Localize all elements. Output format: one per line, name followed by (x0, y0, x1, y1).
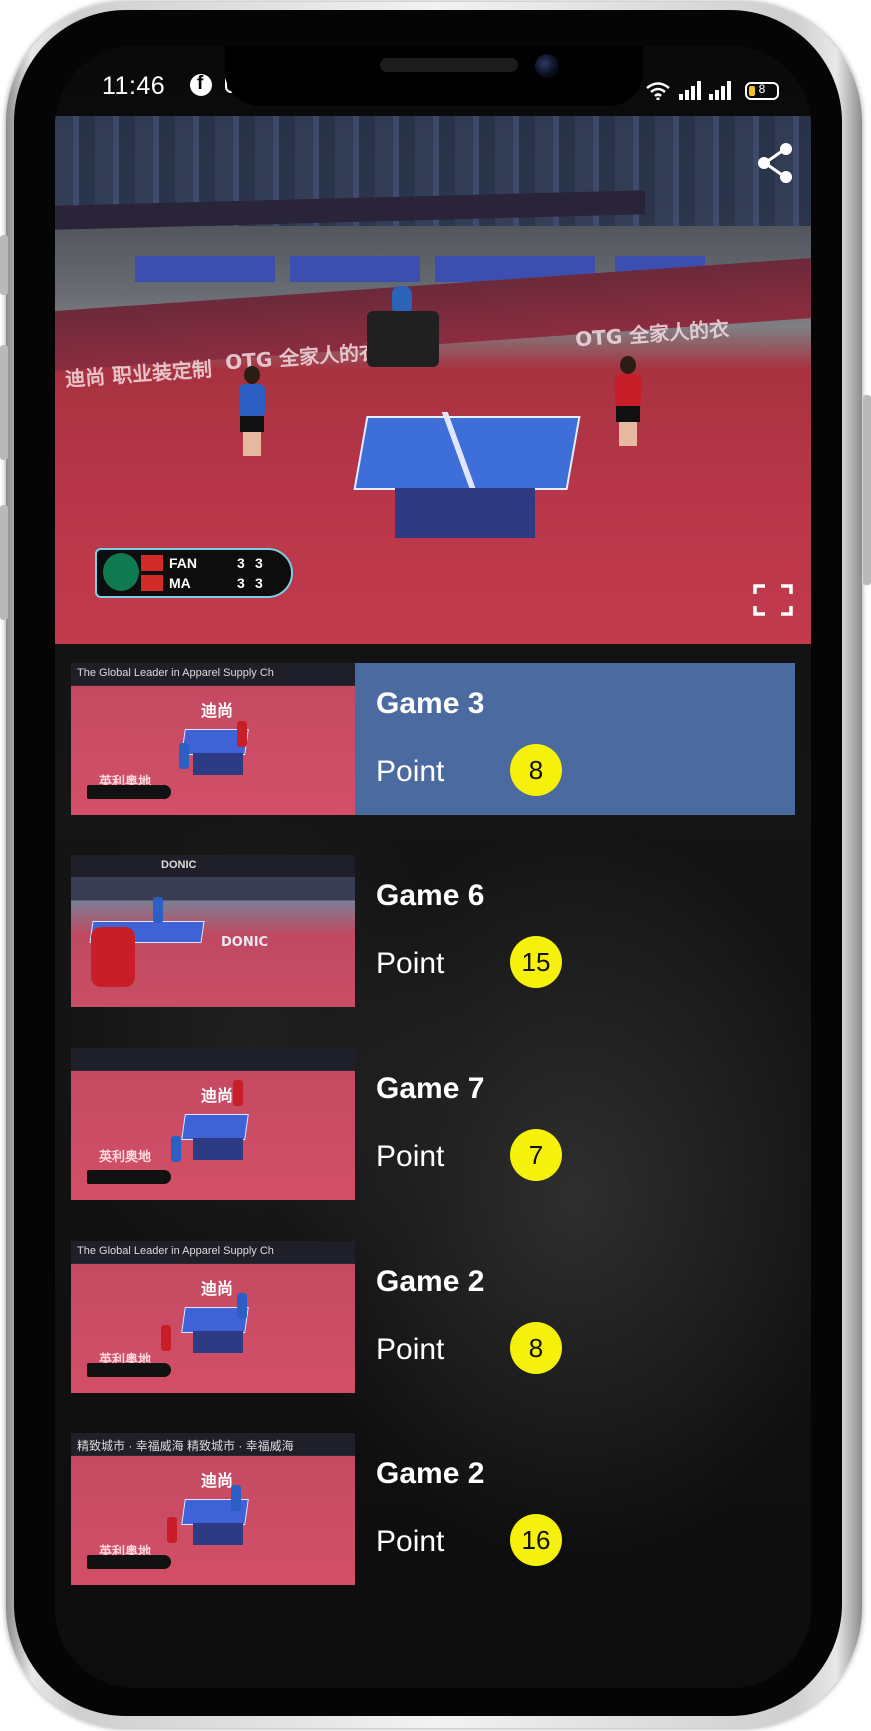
front-camera (535, 54, 559, 78)
screen: 11:46 8 (55, 46, 811, 1688)
clip-thumbnail[interactable]: DONIC DONIC (71, 855, 355, 1007)
umpire-table (367, 311, 439, 367)
clip-title: Game 2 (376, 1457, 485, 1490)
clip-point-label: Point (376, 1525, 445, 1558)
clip-item[interactable]: 精致城市 · 幸福威海 精致城市 · 幸福威海 迪尚 英利奥地 Game 2 P… (71, 1433, 795, 1585)
player-name: FAN (169, 555, 197, 571)
clip-title: Game 2 (376, 1265, 485, 1298)
volume-up-button (0, 345, 8, 460)
clip-item[interactable]: DONIC DONIC Game 6 Point 15 (71, 855, 795, 1007)
clip-thumbnail[interactable]: The Global Leader in Apparel Supply Ch 迪… (71, 663, 355, 815)
player-name: MA (169, 575, 191, 591)
power-button (863, 395, 871, 585)
status-time: 11:46 (102, 72, 166, 100)
clip-thumbnail[interactable]: 迪尚 英利奥地 (71, 1048, 355, 1200)
game-score: 3 (237, 555, 245, 571)
point-badge: 7 (510, 1129, 562, 1181)
clip-point-label: Point (376, 1333, 445, 1366)
point-badge: 16 (510, 1514, 562, 1566)
clip-title: Game 3 (376, 687, 485, 720)
clip-point-label: Point (376, 947, 445, 980)
clip-point-label: Point (376, 1140, 445, 1173)
scoreboard: FAN MA 3 3 3 3 (95, 548, 293, 598)
wifi-icon (646, 82, 670, 100)
point-badge: 8 (510, 1322, 562, 1374)
clip-title: Game 7 (376, 1072, 485, 1105)
battery-level: 8 (758, 82, 766, 96)
clip-item[interactable]: The Global Leader in Apparel Supply Ch 迪… (71, 1241, 795, 1393)
point-score: 3 (255, 575, 263, 591)
battery-icon: 8 (745, 82, 779, 100)
china-flag-icon (141, 555, 163, 571)
speaker-grille (380, 58, 518, 72)
signal-icon-2 (709, 80, 731, 100)
clip-thumbnail[interactable]: 精致城市 · 幸福威海 精致城市 · 幸福威海 迪尚 英利奥地 (71, 1433, 355, 1585)
clip-thumbnail[interactable]: The Global Leader in Apparel Supply Ch 迪… (71, 1241, 355, 1393)
clip-point-label: Point (376, 755, 445, 788)
china-flag-icon (141, 575, 163, 591)
volume-down-button (0, 505, 8, 620)
mute-switch (0, 235, 8, 295)
point-badge: 15 (510, 936, 562, 988)
video-player[interactable]: 迪尚 职业装定制 OTG 全家人的衣 OTG 全家人的衣 FAN MA 3 3 … (55, 116, 811, 644)
status-indicators: 8 (645, 74, 779, 100)
notch (225, 46, 643, 106)
point-badge: 8 (510, 744, 562, 796)
player-blue (235, 366, 269, 456)
point-score: 3 (255, 555, 263, 571)
clip-item[interactable]: The Global Leader in Apparel Supply Ch 迪… (71, 663, 795, 815)
fullscreen-icon[interactable] (753, 584, 793, 616)
signal-icon (679, 80, 701, 100)
share-icon[interactable] (753, 141, 797, 185)
clip-title: Game 6 (376, 879, 485, 912)
clip-item[interactable]: 迪尚 英利奥地 Game 7 Point 7 (71, 1048, 795, 1200)
game-score: 3 (237, 575, 245, 591)
player-red (611, 356, 643, 446)
facebook-icon (190, 73, 212, 96)
scoreboard-logo (103, 553, 139, 591)
